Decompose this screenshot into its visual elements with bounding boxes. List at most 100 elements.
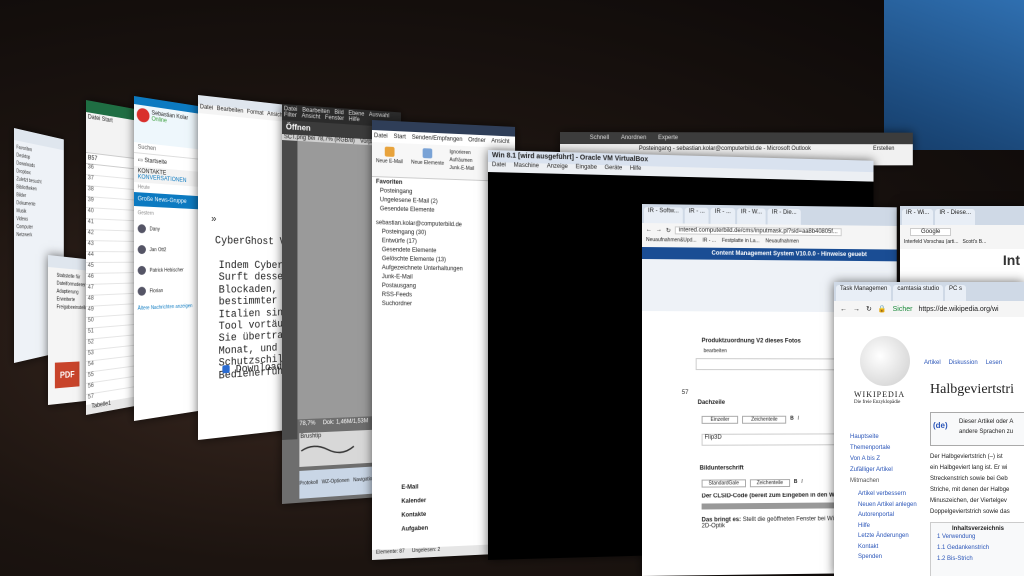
ribbon-tab-0[interactable]: Schnell [590,135,609,141]
wiki-address-bar[interactable]: ← → ↻ 🔒 Sicher https://de.wikipedia.org/… [834,301,1024,317]
outlook-tab-4[interactable]: Ansicht [491,138,509,145]
wikipedia-globe-logo[interactable] [860,336,910,386]
cms-bookmark-0[interactable]: Neuaufnahmen&Upd... [646,237,697,248]
reload-icon[interactable]: ↻ [666,227,671,234]
wiki-mitmachen-link-3[interactable]: Hilfe [858,521,917,532]
cms-dachzeile-selects[interactable]: Einzeiler Zeichenteile BI [701,415,799,424]
wiki-sidebar-mitmachen[interactable]: Artikel verbessern Neuen Artikel anlegen A… [858,489,917,563]
cms-select-einzeiler[interactable]: Einzeiler [701,415,739,424]
outlook-nav-item-2[interactable]: Kontakte [401,508,428,523]
wiki-toc[interactable]: Inhaltsverzeichnis 1 Verwendung 1.1 Gedan… [930,522,1024,576]
wiki-mitmachen-link-4[interactable]: Letzte Änderungen [858,531,917,542]
outlook-nav-pane[interactable]: E-Mail Kalender Kontakte Aufgaben [401,480,428,536]
right-tab-0[interactable]: IR - Wi... [902,209,934,225]
cms-url[interactable]: intered.computerbild.de/cms/inputmask.pl… [674,226,842,237]
cms-bild-selects[interactable]: StandardGale Zeichenteile BI [701,479,803,488]
outlook-tab-0[interactable]: Datei [374,133,388,140]
outlook-delete-group[interactable]: Ignorieren Aufräumen Junk-E-Mail [449,148,474,173]
skype-contact-2[interactable]: Patrick Hebischer [134,260,205,281]
wiki-mitmachen-link-2[interactable]: Autorenportal [858,510,917,521]
forward-icon[interactable]: → [656,227,662,233]
wiki-mitmachen-link-1[interactable]: Neuen Artikel anlegen [858,500,917,511]
paint-bottom-item-0[interactable]: Protokoll [299,480,318,499]
cms-tab-0[interactable]: IR - Softw... [643,207,683,224]
wiki-browser-tab-1[interactable]: camtasia studio [893,285,944,301]
vbox-menu-item-4[interactable]: Geräte [605,165,623,175]
outlook-action-2[interactable]: Junk-E-Mail [449,164,474,173]
right-bookmark-0[interactable]: Interfeld Vorschau (arti... [904,239,958,249]
wiki-page-tab-1[interactable]: Diskussion [949,360,978,366]
wiki-toc-item-1[interactable]: 1.1 Gedankenstrich [937,543,1024,554]
right-tab-strip[interactable]: IR - Wi... IR - Diese... [900,206,1024,225]
skype-window[interactable]: Sebastian Kolar Online Suchen ▭ Startsei… [134,96,205,421]
outlook-nav-item-3[interactable]: Aufgaben [401,522,428,537]
wiki-article-body[interactable]: Der Halbgeviertstrich (–) ist ein Halbgev… [930,452,1010,518]
paint-bottom-item-1[interactable]: WZ-Optionen [322,478,350,498]
paint-toolbox[interactable] [282,140,298,440]
paint-menu-item-4[interactable]: Auswahl [369,112,390,119]
cms-select-zeichenteile-2[interactable]: Zeichenteile [749,479,790,488]
wiki-mitmachen-link-0[interactable]: Artikel verbessern [858,489,917,500]
vbox-menu-item-2[interactable]: Anzeige [547,164,568,174]
back-icon[interactable]: ← [646,227,652,233]
chrome-right-window[interactable]: IR - Wi... IR - Diese... Google Interfeld… [900,206,1024,286]
cms-bookmark-1[interactable]: IR - ... [702,238,715,248]
back-icon[interactable]: ← [840,306,847,313]
cms-bookmark-3[interactable]: Neuaufnahmen [765,238,798,248]
cms-select-zeichenteile[interactable]: Zeichenteile [742,415,787,424]
wiki-toc-item-0[interactable]: 1 Verwendung [937,532,1024,543]
skype-older-link[interactable]: Ältere Nachrichten anzeigen [134,299,205,316]
wiki-toc-item-2[interactable]: 1.2 Bis-Strich [937,554,1024,565]
wiki-browser-tab-0[interactable]: Task Managemen [836,285,892,301]
wiki-browser-tab-2[interactable]: PC s [945,285,967,301]
ribbon-mode-tabs[interactable]: Schnell Anordnen Experte [560,132,913,145]
vbox-menu-item-0[interactable]: Datei [492,162,506,172]
cms-tab-4[interactable]: IR - Die... [767,208,801,225]
italic-button-2[interactable]: I [801,479,802,487]
new-items-button[interactable]: Neue Elemente [411,148,444,167]
new-email-button[interactable]: Neue E-Mail [376,146,403,165]
paint-menu-item-5[interactable]: Filter [284,112,297,119]
outlook-tab-1[interactable]: Start [394,134,406,141]
excel-tab-datei[interactable]: Datei [88,114,100,122]
wiki-nav-link-3[interactable]: Zufälliger Artikel [850,465,893,476]
right-search-field[interactable]: Google [900,225,1024,239]
outlook-nav-item-0[interactable]: E-Mail [401,480,428,495]
wiki-nav-link-2[interactable]: Von A bis Z [850,454,893,465]
skype-contact-1[interactable]: Jan Ott2 [134,239,205,260]
cms-tab-3[interactable]: IR - W... [736,208,766,225]
ribbon-tab-1[interactable]: Anordnen [621,135,646,141]
outlook-tab-2[interactable]: Senden/Empfangen [412,135,463,143]
right-tab-1[interactable]: IR - Diese... [935,209,976,225]
wiki-tab-strip[interactable]: Task Managemen camtasia studio PC s [834,282,1024,301]
wiki-toc-items[interactable]: 1 Verwendung 1.1 Gedankenstrich 1.2 Bis-St… [931,532,1024,565]
excel-tab-start[interactable]: Start [102,117,113,125]
wiki-page-tab-0[interactable]: Artikel [924,360,941,366]
wiki-nav-link-0[interactable]: Hauptseite [850,432,893,443]
cms-bookmark-2[interactable]: Festplatte in La... [722,238,760,248]
skype-contact-list[interactable]: Dany Jan Ott2 Patrick Hebischer Florian [134,218,205,302]
cms-tab-1[interactable]: IR - ... [684,207,709,224]
ribbon-tab-2[interactable]: Experte [658,135,678,141]
wiki-mitmachen-link-6[interactable]: Spenden [858,552,917,563]
bold-button-2[interactable]: B [794,479,798,487]
wiki-sidebar-nav[interactable]: Hauptseite Themenportale Von A bis Z Zufäll… [850,432,893,476]
wiki-url[interactable]: https://de.wikipedia.org/wi [918,306,998,313]
outlook-nav-item-1[interactable]: Kalender [401,494,428,509]
bold-button[interactable]: B [790,416,794,424]
paint-menu-item-6[interactable]: Ansicht [302,113,321,120]
folder-item-11[interactable]: Netzwerk [16,231,62,240]
wiki-page-tabs[interactable]: Artikel Diskussion Lesen [924,360,1002,366]
vbox-menu-item-3[interactable]: Eingabe [576,164,597,174]
vbox-menu-item-5[interactable]: Hilfe [630,166,641,176]
right-bookmarks-bar[interactable]: Interfeld Vorschau (arti... Scott's B... [900,239,1024,249]
skype-contact-0[interactable]: Dany [134,218,205,240]
cms-tab-2[interactable]: IR - ... [710,207,735,225]
folder-tree[interactable]: Favoriten Desktop Downloads Dropbox Zuletzt … [14,140,64,242]
wikipedia-window[interactable]: Task Managemen camtasia studio PC s ← → ↻ … [834,282,1024,576]
cms-edit-link[interactable]: bearbeiten [704,348,727,354]
right-bookmark-1[interactable]: Scott's B... [962,239,986,249]
paint-menu-item-7[interactable]: Fenster [325,115,344,122]
reload-icon[interactable]: ↻ [866,305,872,313]
wiki-page-tab-2[interactable]: Lesen [986,360,1002,366]
